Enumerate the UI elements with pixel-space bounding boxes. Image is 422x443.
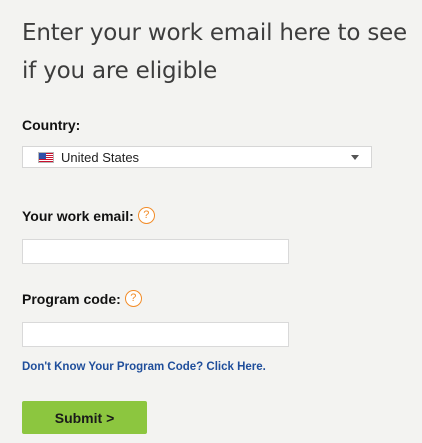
work-email-input[interactable]: [22, 239, 289, 264]
program-code-label: Program code: ?: [22, 290, 142, 307]
chevron-down-icon[interactable]: [351, 155, 359, 160]
country-label-text: Country:: [22, 117, 81, 133]
form-headline: Enter your work email here to see if you…: [22, 20, 408, 84]
country-select[interactable]: United States: [22, 146, 372, 168]
country-selected-value: United States: [61, 149, 140, 165]
email-label-text: Your work email:: [22, 207, 134, 224]
submit-button[interactable]: Submit >: [22, 401, 147, 434]
us-flag-icon: [38, 151, 54, 163]
email-label: Your work email: ?: [22, 207, 155, 224]
eligibility-form: Enter your work email here to see if you…: [0, 0, 422, 443]
email-help-icon[interactable]: ?: [137, 207, 155, 224]
program-code-help-link[interactable]: Don't Know Your Program Code? Click Here…: [22, 361, 266, 373]
program-code-help-icon[interactable]: ?: [124, 290, 142, 307]
program-code-input[interactable]: [22, 322, 289, 347]
program-code-label-text: Program code:: [22, 290, 121, 307]
country-label: Country:: [22, 117, 80, 133]
